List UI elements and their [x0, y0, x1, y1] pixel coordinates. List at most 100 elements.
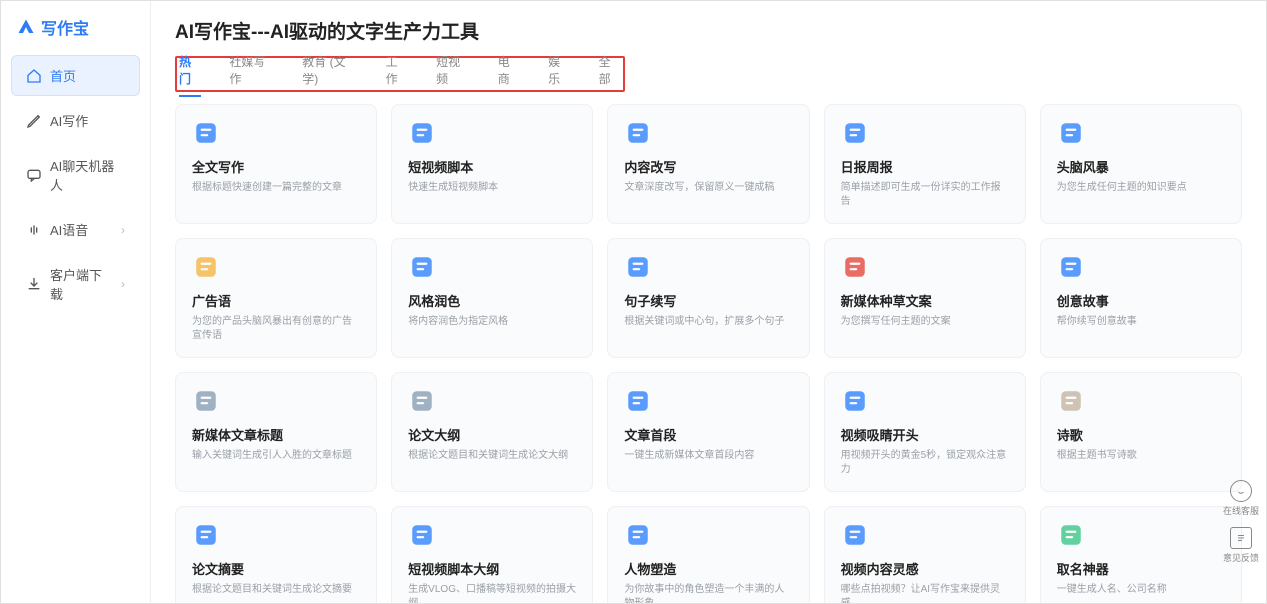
audio-icon [26, 222, 42, 238]
tool-card-desc: 根据关键词或中心句，扩展多个句子 [624, 315, 792, 329]
sidebar-item-home[interactable]: 首页 [11, 55, 140, 96]
tab-work[interactable]: 工作 [386, 51, 408, 91]
tab-all[interactable]: 全部 [599, 51, 621, 91]
sidebar-item-label: AI语音 [50, 220, 88, 239]
tool-card-icon [408, 119, 436, 147]
tab-social[interactable]: 社媒写作 [229, 51, 274, 91]
home-icon [26, 68, 42, 84]
tab-edu[interactable]: 教育 (文学) [302, 51, 357, 91]
tool-card[interactable]: 新媒体种草文案为您撰写任何主题的文案 [824, 238, 1026, 358]
tool-card[interactable]: 诗歌根据主题书写诗歌 [1040, 372, 1242, 492]
tool-card-title: 头脑风暴 [1057, 157, 1225, 176]
tool-card-icon [841, 521, 869, 549]
tool-card-icon [1057, 387, 1085, 415]
tool-card[interactable]: 视频内容灵感哪些点拍视频？让AI写作宝来提供灵感 [824, 506, 1026, 603]
tool-card-icon [624, 253, 652, 281]
tab-video[interactable]: 短视频 [436, 51, 470, 91]
tool-card[interactable]: 日报周报简单描述即可生成一份详实的工作报告 [824, 104, 1026, 224]
tool-card-desc: 一键生成人名、公司名称 [1057, 583, 1225, 597]
tool-card[interactable]: 全文写作根据标题快速创建一篇完整的文章 [175, 104, 377, 224]
tool-card-title: 短视频脚本大纲 [408, 559, 576, 578]
main-content: AI写作宝---AI驱动的文字生产力工具 热门 社媒写作 教育 (文学) 工作 … [151, 1, 1266, 603]
tool-card-icon [1057, 253, 1085, 281]
tool-card-desc: 根据主题书写诗歌 [1057, 449, 1225, 463]
tool-card-desc: 将内容润色为指定风格 [408, 315, 576, 329]
download-icon [26, 276, 42, 292]
tool-card-desc: 生成VLOG、口播稿等短视频的拍摄大纲 [408, 583, 576, 603]
chevron-right-icon: › [121, 277, 125, 291]
tool-card-desc: 哪些点拍视频？让AI写作宝来提供灵感 [841, 583, 1009, 603]
tool-card-title: 句子续写 [624, 291, 792, 310]
sidebar-item-label: 客户端下载 [50, 265, 113, 303]
tool-card[interactable]: 广告语为您的产品头脑风暴出有创意的广告宣传语 [175, 238, 377, 358]
tool-card[interactable]: 文章首段一键生成新媒体文章首段内容 [607, 372, 809, 492]
tool-card-title: 全文写作 [192, 157, 360, 176]
sidebar: 写作宝 首页 AI写作 AI聊天机器人 AI语音 › [1, 1, 151, 603]
tool-card-desc: 根据标题快速创建一篇完整的文章 [192, 181, 360, 195]
tool-card-desc: 一键生成新媒体文章首段内容 [624, 449, 792, 463]
tool-card[interactable]: 论文大纲根据论文题目和关键词生成论文大纲 [391, 372, 593, 492]
page-title: AI写作宝---AI驱动的文字生产力工具 [175, 13, 1242, 56]
tool-card-icon [1057, 521, 1085, 549]
tool-card[interactable]: 句子续写根据关键词或中心句，扩展多个句子 [607, 238, 809, 358]
tool-card[interactable]: 新媒体文章标题输入关键词生成引人入胜的文章标题 [175, 372, 377, 492]
tab-ecom[interactable]: 电商 [498, 51, 520, 91]
chat-icon [26, 167, 42, 183]
pen-icon [26, 113, 42, 129]
tool-card-title: 新媒体种草文案 [841, 291, 1009, 310]
tool-card-title: 视频吸睛开头 [841, 425, 1009, 444]
sidebar-item-label: 首页 [50, 66, 76, 85]
tool-card[interactable]: 论文摘要根据论文题目和关键词生成论文摘要 [175, 506, 377, 603]
smile-icon [1230, 480, 1252, 502]
tool-card-desc: 简单描述即可生成一份详实的工作报告 [841, 181, 1009, 209]
float-label: 在线客服 [1223, 504, 1259, 517]
tool-card-desc: 为你故事中的角色塑造一个丰满的人物形象 [624, 583, 792, 603]
tool-card-icon [624, 521, 652, 549]
tool-card-desc: 输入关键词生成引人入胜的文章标题 [192, 449, 360, 463]
tool-card-title: 内容改写 [624, 157, 792, 176]
tool-card-desc: 为您撰写任何主题的文案 [841, 315, 1009, 329]
tool-card[interactable]: 视频吸睛开头用视频开头的黄金5秒，锁定观众注意力 [824, 372, 1026, 492]
tool-card[interactable]: 风格润色将内容润色为指定风格 [391, 238, 593, 358]
logo-icon [17, 18, 35, 36]
tool-card-icon [1057, 119, 1085, 147]
tool-card-desc: 为您的产品头脑风暴出有创意的广告宣传语 [192, 315, 360, 343]
tool-card-icon [192, 119, 220, 147]
sidebar-item-ai-voice[interactable]: AI语音 › [11, 209, 140, 250]
tool-card[interactable]: 头脑风暴为您生成任何主题的知识要点 [1040, 104, 1242, 224]
tool-card-title: 短视频脚本 [408, 157, 576, 176]
tab-hot[interactable]: 热门 [179, 51, 201, 91]
tool-card-icon [192, 387, 220, 415]
tool-card-icon [408, 387, 436, 415]
tool-card-title: 论文大纲 [408, 425, 576, 444]
float-feedback[interactable]: 意见反馈 [1223, 527, 1259, 564]
tool-card[interactable]: 短视频脚本快速生成短视频脚本 [391, 104, 593, 224]
tool-card-desc: 根据论文题目和关键词生成论文大纲 [408, 449, 576, 463]
sidebar-item-download[interactable]: 客户端下载 › [11, 254, 140, 314]
tool-card[interactable]: 短视频脚本大纲生成VLOG、口播稿等短视频的拍摄大纲 [391, 506, 593, 603]
tool-card[interactable]: 人物塑造为你故事中的角色塑造一个丰满的人物形象 [607, 506, 809, 603]
tool-card[interactable]: 取名神器一键生成人名、公司名称 [1040, 506, 1242, 603]
logo-text: 写作宝 [41, 15, 89, 39]
tool-card-title: 广告语 [192, 291, 360, 310]
float-support[interactable]: 在线客服 [1223, 480, 1259, 517]
tool-card-desc: 快速生成短视频脚本 [408, 181, 576, 195]
category-tabs: 热门 社媒写作 教育 (文学) 工作 短视频 电商 娱乐 全部 [175, 56, 625, 92]
tool-card-desc: 为您生成任何主题的知识要点 [1057, 181, 1225, 195]
tab-entertain[interactable]: 娱乐 [548, 51, 570, 91]
tool-card[interactable]: 内容改写文章深度改写，保留原义一键成稿 [607, 104, 809, 224]
tool-card-icon [408, 253, 436, 281]
tool-card-icon [841, 119, 869, 147]
tool-card-icon [192, 521, 220, 549]
tool-card-title: 取名神器 [1057, 559, 1225, 578]
sidebar-item-ai-chat[interactable]: AI聊天机器人 [11, 145, 140, 205]
float-label: 意见反馈 [1223, 551, 1259, 564]
doc-icon [1230, 527, 1252, 549]
float-actions: 在线客服 意见反馈 [1223, 480, 1259, 564]
chevron-right-icon: › [121, 223, 125, 237]
sidebar-item-ai-write[interactable]: AI写作 [11, 100, 140, 141]
tool-card-desc: 根据论文题目和关键词生成论文摘要 [192, 583, 360, 597]
tool-card-desc: 帮你续写创意故事 [1057, 315, 1225, 329]
tool-card[interactable]: 创意故事帮你续写创意故事 [1040, 238, 1242, 358]
tool-card-icon [192, 253, 220, 281]
